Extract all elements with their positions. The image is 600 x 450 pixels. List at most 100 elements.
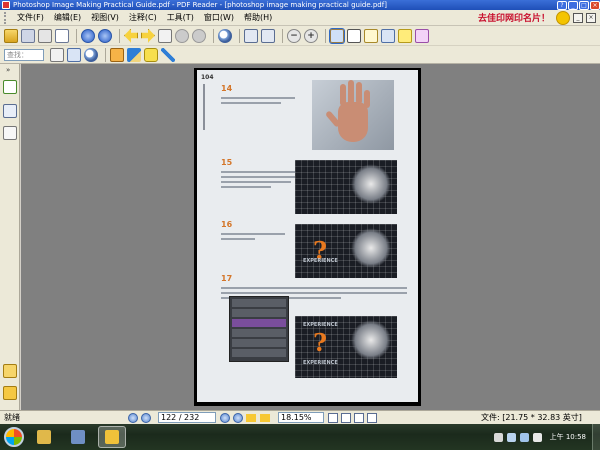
menu-view[interactable]: 视图(V): [86, 12, 124, 23]
first-page-icon[interactable]: [128, 412, 138, 423]
continuous-facing-layout-icon[interactable]: [367, 412, 377, 423]
promo-text[interactable]: 去佳印网印名片！: [478, 11, 550, 24]
fit-page-icon[interactable]: [244, 28, 258, 43]
pdf-page[interactable]: 104 14 15 16 ? EXPERIENCE 17 ? EXPERIENC…: [194, 68, 421, 406]
arrow-icon[interactable]: [161, 47, 175, 62]
continuous-layout-icon[interactable]: [341, 412, 351, 423]
status-text: 就绪: [4, 413, 20, 422]
computer-icon: [71, 430, 85, 444]
document-size: 文件: [21.75 * 32.83 英寸]: [481, 413, 582, 422]
promo-banner[interactable]: 去佳印网印名片！ _ ×: [478, 10, 600, 25]
artwork-text: EXPERIENCE: [303, 258, 338, 264]
close-button[interactable]: ×: [590, 0, 600, 10]
page-print-number: 104: [201, 74, 214, 81]
back-icon[interactable]: [124, 28, 138, 43]
back-icon[interactable]: [246, 413, 256, 422]
secondary-toolbar: 查找：: [0, 46, 600, 64]
step-number: 15: [221, 158, 233, 167]
artwork-text: EXPERIENCE: [303, 360, 338, 366]
multiple-pages-icon[interactable]: [158, 28, 172, 43]
restore-button[interactable]: □: [579, 0, 589, 10]
attachments-icon[interactable]: [3, 364, 17, 378]
previous-page-icon[interactable]: [141, 412, 151, 423]
redo-icon[interactable]: [192, 28, 206, 43]
note-icon[interactable]: [398, 28, 412, 43]
search-input[interactable]: 查找：: [4, 48, 44, 61]
menu-grip[interactable]: [4, 11, 8, 24]
comment-icon[interactable]: [144, 47, 158, 62]
single-page-layout-icon[interactable]: [328, 412, 338, 423]
page-content: 104 14 15 16 ? EXPERIENCE 17 ? EXPERIENC…: [197, 70, 418, 402]
save-icon[interactable]: [21, 28, 35, 43]
undo-icon[interactable]: [175, 28, 189, 43]
step-block: 16: [221, 220, 291, 240]
page-down-icon[interactable]: [98, 28, 112, 43]
artwork-text: EXPERIENCE: [303, 322, 338, 328]
open-folder-icon[interactable]: [4, 28, 18, 43]
zoom-in-icon[interactable]: +: [304, 28, 318, 43]
network-icon[interactable]: [519, 432, 529, 442]
toolbar-separator: [119, 28, 120, 43]
zoom-out-icon[interactable]: −: [287, 28, 301, 43]
menu-tools[interactable]: 工具(T): [162, 12, 199, 23]
promo-minimize-button[interactable]: _: [573, 12, 583, 23]
show-desktop-button[interactable]: [592, 424, 600, 450]
toolbar-separator: [325, 28, 326, 43]
document-area[interactable]: 104 14 15 16 ? EXPERIENCE 17 ? EXPERIENC…: [21, 64, 600, 410]
keyboard-icon[interactable]: [506, 432, 516, 442]
next-page-icon[interactable]: [220, 412, 230, 423]
volume-icon[interactable]: [532, 432, 542, 442]
last-page-icon[interactable]: [233, 412, 243, 423]
artwork-image: [295, 160, 397, 214]
minimize-button[interactable]: _: [568, 0, 578, 10]
menu-edit[interactable]: 编辑(E): [49, 12, 86, 23]
question-mark-graphic: ?: [313, 328, 328, 357]
highlight-icon[interactable]: [415, 28, 429, 43]
text-select-icon[interactable]: [347, 28, 361, 43]
print-icon[interactable]: [38, 28, 52, 43]
pencil-icon[interactable]: [127, 47, 141, 62]
help-icon[interactable]: [493, 432, 503, 442]
facing-layout-icon[interactable]: [354, 412, 364, 423]
paperclip-icon[interactable]: [3, 386, 17, 400]
toolbar-separator: [213, 28, 214, 43]
find-icon[interactable]: [84, 47, 98, 62]
taskbar-app-pdf-reader[interactable]: [98, 426, 126, 448]
stamp-icon[interactable]: [110, 47, 124, 62]
sidebar-collapse-icon[interactable]: »: [6, 66, 10, 74]
clock[interactable]: 上午 10:58: [550, 432, 586, 442]
page-view-icon[interactable]: [50, 47, 64, 62]
menu-file[interactable]: 文件(F): [12, 12, 49, 23]
bookmarks-icon[interactable]: [3, 80, 17, 94]
pdf-reader-icon: [105, 430, 119, 444]
promo-close-button[interactable]: ×: [586, 12, 596, 23]
layers-panel-screenshot: [229, 296, 289, 362]
print-preview-icon[interactable]: [67, 47, 81, 62]
forward-icon[interactable]: [141, 28, 155, 43]
forward-icon[interactable]: [260, 413, 270, 422]
artwork-image: ? EXPERIENCE: [295, 224, 397, 278]
page-up-icon[interactable]: [81, 28, 95, 43]
hand-photo: [312, 80, 394, 150]
start-button[interactable]: [4, 427, 24, 447]
hand-tool-icon[interactable]: [329, 27, 345, 44]
snapshot-icon[interactable]: [381, 28, 395, 43]
fit-width-icon[interactable]: [261, 28, 275, 43]
menu-help[interactable]: 帮助(H): [239, 12, 277, 23]
select-icon[interactable]: [364, 28, 378, 43]
zoom-icon[interactable]: [218, 28, 232, 43]
help-button[interactable]: ?: [557, 0, 567, 10]
email-icon[interactable]: [55, 28, 69, 43]
layers-icon[interactable]: [3, 126, 17, 140]
title-bar: Photoshop Image Making Practical Guide.p…: [0, 0, 600, 10]
pages-icon[interactable]: [3, 104, 17, 118]
menu-window[interactable]: 窗口(W): [199, 12, 239, 23]
taskbar-app-explorer[interactable]: [30, 426, 58, 448]
toolbar-separator: [105, 47, 106, 62]
step-number: 17: [221, 274, 233, 283]
menu-comment[interactable]: 注释(C): [124, 12, 162, 23]
page-number-field[interactable]: 122 / 232: [158, 412, 216, 423]
page-side-caption: [203, 84, 205, 130]
zoom-field[interactable]: 18.15%: [278, 412, 324, 423]
taskbar-app-computer[interactable]: [64, 426, 92, 448]
